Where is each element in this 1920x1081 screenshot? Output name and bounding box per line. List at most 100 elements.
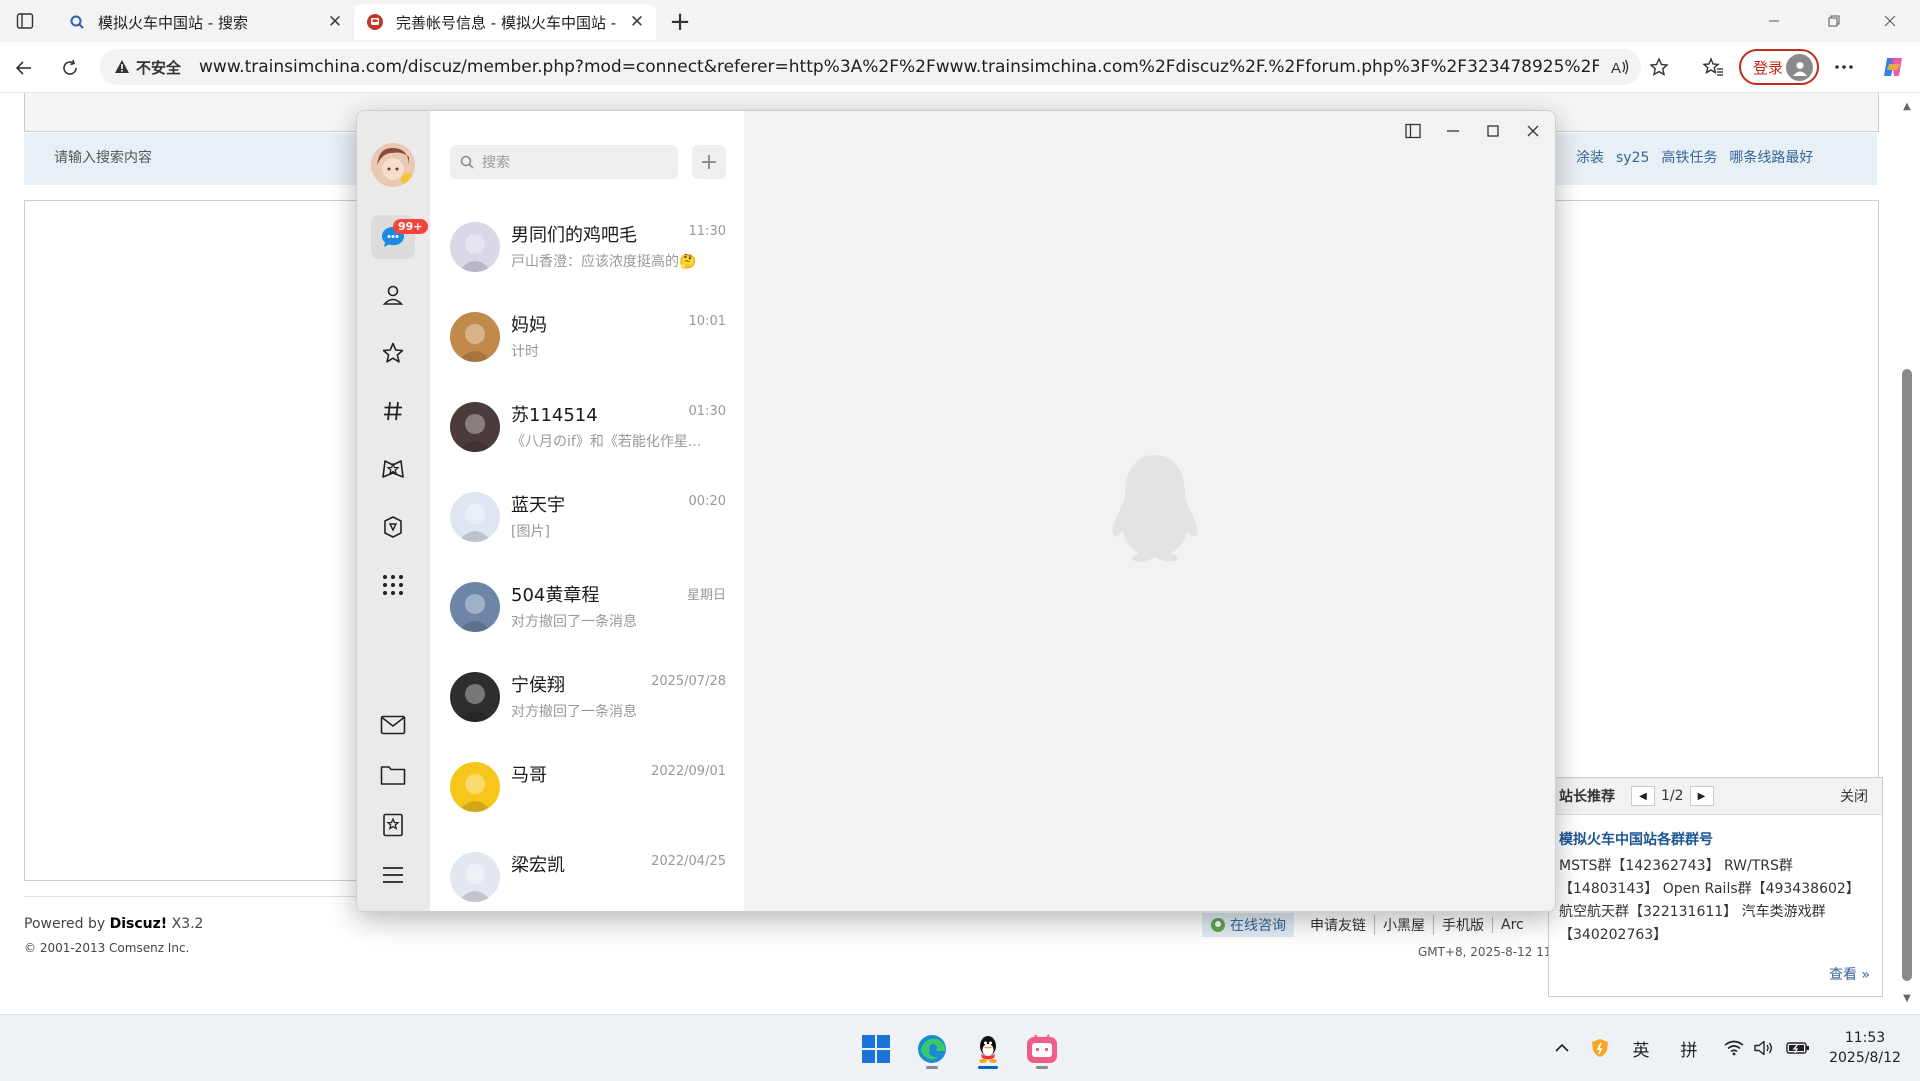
recommend-item-title[interactable]: 模拟火车中国站各群群号 [1559,829,1882,849]
clock-time: 11:53 [1844,1030,1886,1046]
address-bar[interactable]: 不安全 www.trainsimchina.com/discuz/member.… [100,49,1641,85]
discuz-link[interactable]: Discuz! [110,916,168,932]
close-icon[interactable] [1515,117,1551,145]
footer-link[interactable]: 手机版 [1433,915,1492,935]
chat-list-item[interactable]: 马哥 2022/09/01 [430,741,744,831]
security-label[interactable]: 不安全 [136,57,181,78]
chat-time: 01:30 [688,404,726,419]
hot-word-link[interactable]: 高铁任务 [1661,150,1717,166]
warning-icon[interactable] [114,59,130,75]
volume-icon[interactable] [1752,1035,1776,1061]
chat-avatar [450,312,500,362]
add-chat-button[interactable]: + [692,145,726,179]
login-button[interactable]: 登录 [1739,49,1819,85]
chat-avatar [450,672,500,722]
new-tab-button[interactable]: + [664,6,696,38]
chat-list-item[interactable]: 梁宏凯 2022/04/25 [430,831,744,911]
chat-list-item[interactable]: 妈妈 10:01 计时 [430,291,744,381]
chat-name: 504黄章程 [511,585,600,606]
minimize-window-icon[interactable] [1744,0,1804,42]
bookmark-star-icon[interactable] [371,803,415,847]
chat-name: 梁宏凯 [511,855,565,876]
wifi-icon[interactable] [1722,1035,1746,1061]
chat-list-item[interactable]: 504黄章程 星期日 对方撤回了一条消息 [430,561,744,651]
show-hidden-icons-icon[interactable] [1550,1035,1574,1061]
prev-page-icon[interactable]: ◀ [1631,786,1655,806]
online-consult-button[interactable]: 在线咨询 [1202,913,1294,937]
scrollbar-thumb[interactable] [1902,369,1912,981]
footer-link[interactable]: 申请友链 [1302,915,1374,935]
chat-list-item[interactable]: 男同们的鸡吧毛 11:30 戸山香澄：应该浓度挺高的🤔 [430,201,744,291]
copyright-text: © 2001-2013 Comsenz Inc. [24,941,190,955]
footer-link[interactable]: 小黑屋 [1374,915,1433,935]
avatar-image [458,774,492,812]
favorite-star-icon[interactable] [1644,52,1674,82]
url-text[interactable]: www.trainsimchina.com/discuz/member.php?… [199,57,1599,77]
next-page-icon[interactable]: ▶ [1689,786,1714,806]
footer-link[interactable]: Arc [1492,917,1532,933]
sidebar-toggle-icon[interactable] [1395,117,1431,145]
battery-charging-icon[interactable] [1784,1035,1812,1061]
hot-word-link[interactable]: 涂装 [1576,150,1604,166]
channels-hash-icon[interactable] [371,389,415,433]
tab-search[interactable]: 模拟火车中国站 - 搜索 ✕ [56,4,354,40]
close-tab-icon[interactable]: ✕ [626,11,648,33]
search-placeholder: 搜索 [482,155,510,171]
my-avatar[interactable] [371,143,415,187]
chat-list-item[interactable]: 苏114514 01:30 《八月のif》和《若能化作星... [430,381,744,471]
chat-name: 苏114514 [511,405,598,426]
chat-list-panel: 搜索 + 男同们的鸡吧毛 11:30 戸山香澄：应该浓度挺高的🤔 妈妈 10:01 计时苏… [430,111,744,911]
hot-word-link[interactable]: sy25 [1616,150,1649,166]
browser-tab-bar: 模拟火车中国站 - 搜索 ✕ 完善帐号信息 - 模拟火车中国站 - ✕ + [0,0,1920,42]
favorites-icon[interactable] [1698,52,1728,82]
qq-app-icon[interactable] [966,1027,1010,1071]
profile-avatar-icon [1786,54,1813,81]
close-window-icon[interactable] [1860,0,1920,42]
hot-word-link[interactable]: 哪条线路最好 [1729,150,1813,166]
ime-language-indicator[interactable]: 英 [1628,1035,1654,1061]
chat-preview: 计时 [511,344,539,360]
minimize-icon[interactable] [1435,117,1471,145]
recommend-title: 站长推荐 [1559,789,1615,805]
recommend-close-button[interactable]: 关闭 [1840,786,1868,806]
tab-account-info[interactable]: 完善帐号信息 - 模拟火车中国站 - ✕ [354,4,656,40]
ime-mode-indicator[interactable]: 拼 [1676,1035,1702,1061]
more-menu-icon[interactable] [1829,52,1859,82]
system-clock[interactable]: 11:53 2025/8/12 [1820,1028,1910,1068]
close-tab-icon[interactable]: ✕ [324,11,346,33]
back-icon[interactable] [8,52,40,84]
main-menu-icon[interactable] [371,853,415,897]
copilot-icon[interactable] [1878,52,1908,82]
more-apps-grid-icon[interactable] [371,563,415,607]
site-search-input[interactable]: 请输入搜索内容 [54,147,152,167]
chat-search-input[interactable]: 搜索 [450,145,678,179]
refresh-icon[interactable] [54,52,86,84]
restore-window-icon[interactable] [1804,0,1864,42]
chat-list-item[interactable]: 宁侯翔 2025/07/28 对方撤回了一条消息 [430,651,744,741]
chat-name: 蓝天宇 [511,495,565,516]
tab-actions-icon[interactable] [12,9,38,33]
bilibili-icon[interactable] [1020,1027,1064,1071]
game-center-icon[interactable] [371,505,415,549]
security-shield-icon[interactable] [1588,1035,1612,1061]
read-aloud-icon[interactable]: A [1605,52,1635,82]
qzone-icon[interactable] [371,447,415,491]
scroll-down-icon[interactable]: ▼ [1901,993,1913,1005]
mail-icon[interactable] [371,703,415,747]
site-favicon-icon [366,13,384,31]
tab-title: 模拟火车中国站 - 搜索 [98,13,248,32]
chat-time: 10:01 [688,314,726,329]
folder-icon[interactable] [371,753,415,797]
favorites-star-icon[interactable] [371,331,415,375]
contacts-icon[interactable] [371,273,415,317]
avatar-image [458,594,492,632]
edge-browser-icon[interactable] [910,1027,954,1071]
start-windows-icon[interactable] [854,1027,898,1071]
avatar-image [458,864,492,902]
chat-time: 2022/04/25 [651,854,726,869]
recommend-header: 站长推荐 ◀ 1/2 ▶ 关闭 [1549,778,1882,815]
view-more-link[interactable]: 查看 » [1829,964,1870,984]
scroll-up-icon[interactable]: ▲ [1901,101,1913,113]
chat-list-item[interactable]: 蓝天宇 00:20 [图片] [430,471,744,561]
maximize-icon[interactable] [1475,117,1511,145]
